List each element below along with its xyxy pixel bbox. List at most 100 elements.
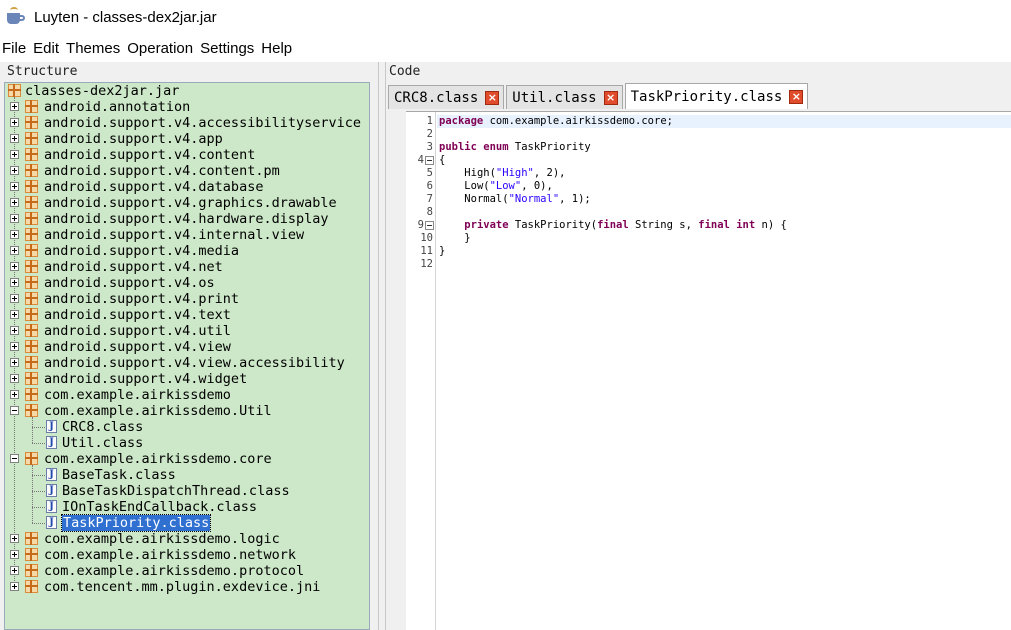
editor-tab[interactable]: Util.class × [506, 85, 623, 109]
code-line: private TaskPriority(final String s, fin… [464, 219, 787, 231]
tree-package[interactable]: android.support.v4.view.accessibility [5, 355, 369, 371]
menu-file[interactable]: File [0, 40, 28, 57]
tree-guide-line [32, 475, 45, 476]
close-tab-icon[interactable]: × [485, 90, 500, 105]
close-tab-icon[interactable]: × [789, 89, 804, 104]
code-editor[interactable]: 1 2 3 4 5 6 7 8 9 10 11 12 package com.example.airk… [406, 111, 1011, 630]
tree-class[interactable]: J IOnTaskEndCallback.class [5, 499, 369, 515]
tree-package[interactable]: android.support.v4.media [5, 243, 369, 259]
tree-package[interactable]: android.support.v4.text [5, 307, 369, 323]
tree-item-label: classes-dex2jar.jar [25, 83, 180, 99]
expand-icon[interactable] [10, 582, 19, 591]
tree-package[interactable]: android.support.v4.accessibilityservice [5, 115, 369, 131]
collapse-icon[interactable] [10, 406, 19, 415]
close-tab-icon[interactable]: × [603, 90, 618, 105]
code-line: Normal("Normal", 1); [464, 193, 591, 205]
tree-item-label: android.support.v4.view [44, 339, 231, 355]
tree-class[interactable]: J BaseTaskDispatchThread.class [5, 483, 369, 499]
tree-package[interactable]: android.support.v4.content.pm [5, 163, 369, 179]
tree-package[interactable]: android.support.v4.graphics.drawable [5, 195, 369, 211]
tree-package[interactable]: android.annotation [5, 99, 369, 115]
expand-icon[interactable] [10, 198, 19, 207]
tree-package[interactable]: android.support.v4.content [5, 147, 369, 163]
expand-icon[interactable] [10, 534, 19, 543]
tree-item-label: android.support.v4.app [44, 131, 223, 147]
expand-icon[interactable] [10, 230, 19, 239]
tree-item-label: com.example.airkissdemo.protocol [44, 563, 305, 579]
tree-package[interactable]: android.support.v4.view [5, 339, 369, 355]
tree-class[interactable]: J CRC8.class [5, 419, 369, 435]
expand-icon[interactable] [10, 118, 19, 127]
package-icon [25, 276, 38, 289]
tree-package[interactable]: com.example.airkissdemo.core [5, 451, 369, 467]
menu-operation[interactable]: Operation [125, 40, 195, 57]
code-area[interactable]: package com.example.airkissdemo.core; pub… [437, 112, 1011, 630]
tree-package[interactable]: android.support.v4.net [5, 259, 369, 275]
tree-package[interactable]: android.support.v4.util [5, 323, 369, 339]
expand-icon[interactable] [10, 246, 19, 255]
expand-icon[interactable] [10, 566, 19, 575]
code-line: public enum TaskPriority [439, 141, 591, 153]
tree-package[interactable]: android.support.v4.internal.view [5, 227, 369, 243]
package-icon [25, 404, 38, 417]
tree-item-label: android.support.v4.database [44, 179, 264, 195]
expand-icon[interactable] [10, 358, 19, 367]
menu-themes[interactable]: Themes [64, 40, 122, 57]
tree-package[interactable]: android.support.v4.hardware.display [5, 211, 369, 227]
editor-tab[interactable]: CRC8.class × [388, 85, 505, 109]
tree-class[interactable]: J TaskPriority.class [5, 514, 369, 532]
package-icon [25, 100, 38, 113]
tree-root[interactable]: classes-dex2jar.jar [5, 83, 369, 99]
tree-package[interactable]: android.support.v4.os [5, 275, 369, 291]
fold-toggle-icon[interactable] [425, 156, 434, 165]
expand-icon[interactable] [10, 342, 19, 351]
collapse-icon[interactable] [10, 454, 19, 463]
line-number: 1 [426, 115, 433, 127]
tree-package[interactable]: android.support.v4.app [5, 131, 369, 147]
expand-icon[interactable] [10, 150, 19, 159]
tree-package[interactable]: com.example.airkissdemo.Util [5, 403, 369, 419]
tree-item-label: BaseTask.class [62, 467, 176, 483]
expand-icon[interactable] [10, 374, 19, 383]
tree-package[interactable]: android.support.v4.database [5, 179, 369, 195]
expand-icon[interactable] [10, 102, 19, 111]
tree-package[interactable]: com.example.airkissdemo.logic [5, 531, 369, 547]
tree-package[interactable]: android.support.v4.widget [5, 371, 369, 387]
line-number-gutter: 1 2 3 4 5 6 7 8 9 10 11 12 [406, 112, 436, 630]
tree-package[interactable]: com.example.airkissdemo [5, 387, 369, 403]
expand-icon[interactable] [10, 294, 19, 303]
package-icon [25, 180, 38, 193]
tree-class[interactable]: J Util.class [5, 435, 369, 451]
code-panel: Code CRC8.class × Util.class × TaskPriority.… [386, 62, 1011, 630]
tree-package[interactable]: android.support.v4.print [5, 291, 369, 307]
expand-icon[interactable] [10, 262, 19, 271]
tree-class[interactable]: J BaseTask.class [5, 467, 369, 483]
expand-icon[interactable] [10, 326, 19, 335]
fold-toggle-icon[interactable] [425, 221, 434, 230]
package-icon [25, 532, 38, 545]
menu-settings[interactable]: Settings [198, 40, 256, 57]
expand-icon[interactable] [10, 550, 19, 559]
editor-tab[interactable]: TaskPriority.class × [624, 83, 809, 109]
structure-tree[interactable]: classes-dex2jar.jar android.annotation and… [4, 82, 370, 630]
menu-help[interactable]: Help [259, 40, 294, 57]
tree-item-label: BaseTaskDispatchThread.class [62, 483, 290, 499]
panel-splitter[interactable] [378, 62, 386, 630]
tree-package[interactable]: com.example.airkissdemo.network [5, 547, 369, 563]
expand-icon[interactable] [10, 390, 19, 399]
expand-icon[interactable] [10, 278, 19, 287]
line-number: 2 [426, 128, 433, 140]
expand-icon[interactable] [10, 166, 19, 175]
tree-item-label: com.example.airkissdemo.network [44, 547, 296, 563]
expand-icon[interactable] [10, 182, 19, 191]
tree-item-label: com.example.airkissdemo.Util [44, 403, 272, 419]
tree-item-label: IOnTaskEndCallback.class [62, 499, 258, 515]
tree-package[interactable]: com.example.airkissdemo.protocol [5, 563, 369, 579]
tree-item-label: TaskPriority.class [60, 514, 212, 532]
tree-package[interactable]: com.tencent.mm.plugin.exdevice.jni [5, 579, 369, 595]
expand-icon[interactable] [10, 310, 19, 319]
package-icon [25, 580, 38, 593]
menu-edit[interactable]: Edit [31, 40, 61, 57]
expand-icon[interactable] [10, 214, 19, 223]
expand-icon[interactable] [10, 134, 19, 143]
